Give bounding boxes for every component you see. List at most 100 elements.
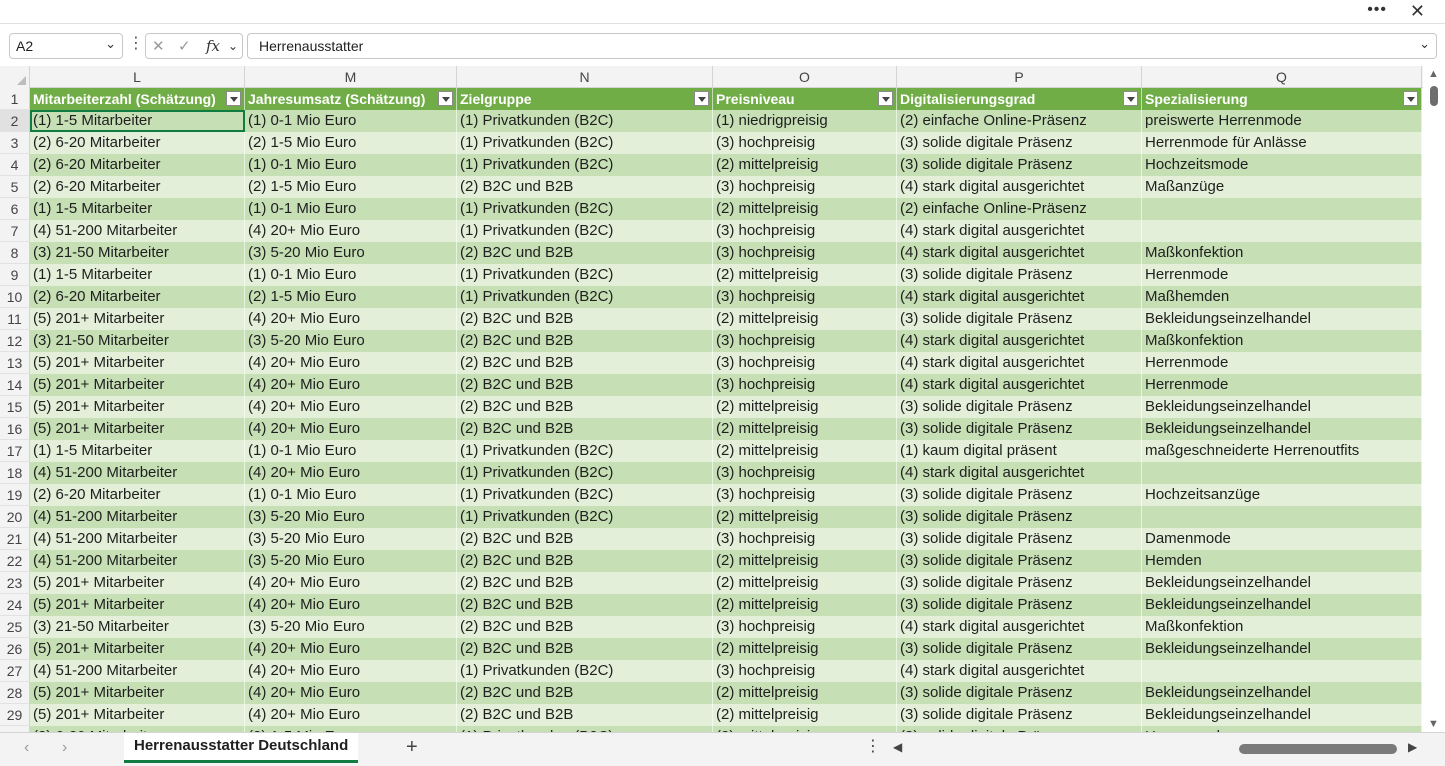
column-header-o[interactable]: O	[713, 66, 897, 88]
close-icon[interactable]: ✕	[1410, 1, 1425, 22]
cell-q[interactable]: Bekleidungseinzelhandel	[1142, 638, 1422, 660]
cell-p[interactable]: (4) stark digital ausgerichtet	[897, 242, 1142, 264]
cell-q[interactable]: Maßkonfektion	[1142, 242, 1422, 264]
cell-o[interactable]: (3) hochpreisig	[713, 242, 897, 264]
cell-n[interactable]: (1) Privatkunden (B2C)	[457, 198, 713, 220]
sheet-tab-herrenausstatter[interactable]: Herrenausstatter Deutschland	[124, 733, 359, 763]
cell-n[interactable]: (1) Privatkunden (B2C)	[457, 660, 713, 682]
row-header[interactable]: 1	[0, 88, 30, 110]
row-header[interactable]: 18	[0, 462, 30, 484]
cell-l[interactable]: (1) 1-5 Mitarbeiter	[30, 264, 245, 286]
cell-l[interactable]: (2) 6-20 Mitarbeiter	[30, 286, 245, 308]
cell-q[interactable]: Damenmode	[1142, 528, 1422, 550]
cell-q[interactable]	[1142, 198, 1422, 220]
cell-q[interactable]: Maßkonfektion	[1142, 616, 1422, 638]
cell-o[interactable]: (2) mittelpreisig	[713, 396, 897, 418]
filter-dropdown-icon[interactable]	[438, 91, 453, 106]
cell-l[interactable]: (4) 51-200 Mitarbeiter	[30, 462, 245, 484]
insert-function-icon[interactable]: fx	[206, 37, 220, 55]
cell-l[interactable]: (5) 201+ Mitarbeiter	[30, 682, 245, 704]
cell-q[interactable]: Bekleidungseinzelhandel	[1142, 396, 1422, 418]
cell-o[interactable]: (2) mittelpreisig	[713, 638, 897, 660]
cell-p[interactable]: (4) stark digital ausgerichtet	[897, 176, 1142, 198]
header-cell-l[interactable]: Mitarbeiterzahl (Schätzung)	[30, 88, 245, 110]
select-all-corner[interactable]	[0, 66, 30, 88]
cell-q[interactable]: Herrenmode	[1142, 374, 1422, 396]
cell-m[interactable]: (1) 0-1 Mio Euro	[245, 484, 457, 506]
cell-q[interactable]: Bekleidungseinzelhandel	[1142, 418, 1422, 440]
cell-p[interactable]: (3) solide digitale Präsenz	[897, 154, 1142, 176]
cell-m[interactable]: (1) 0-1 Mio Euro	[245, 440, 457, 462]
filter-dropdown-icon[interactable]	[226, 91, 241, 106]
cell-p[interactable]: (4) stark digital ausgerichtet	[897, 462, 1142, 484]
cell-m[interactable]: (1) 0-1 Mio Euro	[245, 198, 457, 220]
cell-l[interactable]: (4) 51-200 Mitarbeiter	[30, 550, 245, 572]
cell-p[interactable]: (4) stark digital ausgerichtet	[897, 220, 1142, 242]
cell-m[interactable]: (2) 1-5 Mio Euro	[245, 176, 457, 198]
cell-m[interactable]: (4) 20+ Mio Euro	[245, 704, 457, 726]
row-header[interactable]: 2	[0, 110, 30, 132]
row-header[interactable]: 19	[0, 484, 30, 506]
cell-n[interactable]: (1) Privatkunden (B2C)	[457, 220, 713, 242]
cell-m[interactable]: (3) 5-20 Mio Euro	[245, 616, 457, 638]
cell-o[interactable]: (3) hochpreisig	[713, 286, 897, 308]
cell-q[interactable]: preiswerte Herrenmode	[1142, 110, 1422, 132]
cell-o[interactable]: (3) hochpreisig	[713, 220, 897, 242]
column-header-q[interactable]: Q	[1142, 66, 1422, 88]
cell-o[interactable]: (1) niedrigpreisig	[713, 110, 897, 132]
cell-o[interactable]: (3) hochpreisig	[713, 374, 897, 396]
cell-q[interactable]: Bekleidungseinzelhandel	[1142, 704, 1422, 726]
cell-p[interactable]: (3) solide digitale Präsenz	[897, 594, 1142, 616]
cell-n[interactable]: (1) Privatkunden (B2C)	[457, 440, 713, 462]
cell-n[interactable]: (1) Privatkunden (B2C)	[457, 286, 713, 308]
more-options-icon[interactable]: •••	[1367, 1, 1387, 19]
scroll-down-icon[interactable]: ▼	[1428, 718, 1439, 730]
cell-l[interactable]: (4) 51-200 Mitarbeiter	[30, 528, 245, 550]
row-header[interactable]: 8	[0, 242, 30, 264]
horizontal-scroll-thumb[interactable]	[1239, 744, 1397, 754]
cell-o[interactable]: (3) hochpreisig	[713, 660, 897, 682]
cell-o[interactable]: (2) mittelpreisig	[713, 154, 897, 176]
cell-p[interactable]: (4) stark digital ausgerichtet	[897, 352, 1142, 374]
add-sheet-icon[interactable]: +	[406, 736, 418, 759]
vertical-scrollbar[interactable]: ▲ ▼	[1423, 66, 1445, 732]
cell-n[interactable]: (2) B2C und B2B	[457, 308, 713, 330]
cell-n[interactable]: (1) Privatkunden (B2C)	[457, 484, 713, 506]
cell-n[interactable]: (2) B2C und B2B	[457, 330, 713, 352]
cell-q[interactable]: Herrenmode für Anlässe	[1142, 132, 1422, 154]
cell-q[interactable]: Hochzeitsanzüge	[1142, 484, 1422, 506]
row-header[interactable]: 25	[0, 616, 30, 638]
cell-m[interactable]: (4) 20+ Mio Euro	[245, 682, 457, 704]
cell-n[interactable]: (2) B2C und B2B	[457, 528, 713, 550]
cell-m[interactable]: (4) 20+ Mio Euro	[245, 352, 457, 374]
cell-o[interactable]: (3) hochpreisig	[713, 176, 897, 198]
cell-m[interactable]: (4) 20+ Mio Euro	[245, 462, 457, 484]
header-cell-p[interactable]: Digitalisierungsgrad	[897, 88, 1142, 110]
filter-dropdown-icon[interactable]	[1403, 91, 1418, 106]
cell-m[interactable]: (2) 1-5 Mio Euro	[245, 132, 457, 154]
next-sheet-icon[interactable]: ›	[62, 739, 67, 757]
cell-o[interactable]: (2) mittelpreisig	[713, 264, 897, 286]
expand-formula-bar-icon[interactable]: ⌄	[1419, 36, 1430, 52]
cell-l[interactable]: (5) 201+ Mitarbeiter	[30, 352, 245, 374]
cell-l[interactable]: (5) 201+ Mitarbeiter	[30, 704, 245, 726]
row-header[interactable]: 14	[0, 374, 30, 396]
cell-p[interactable]: (3) solide digitale Präsenz	[897, 638, 1142, 660]
cell-l[interactable]: (5) 201+ Mitarbeiter	[30, 418, 245, 440]
cell-m[interactable]: (4) 20+ Mio Euro	[245, 396, 457, 418]
cell-n[interactable]: (2) B2C und B2B	[457, 396, 713, 418]
cell-n[interactable]: (1) Privatkunden (B2C)	[457, 264, 713, 286]
cell-n[interactable]: (1) Privatkunden (B2C)	[457, 462, 713, 484]
cell-q[interactable]: Bekleidungseinzelhandel	[1142, 308, 1422, 330]
column-header-m[interactable]: M	[245, 66, 457, 88]
cell-o[interactable]: (2) mittelpreisig	[713, 506, 897, 528]
row-header[interactable]: 17	[0, 440, 30, 462]
cancel-icon[interactable]: ✕	[152, 37, 165, 55]
column-header-l[interactable]: L	[30, 66, 245, 88]
cell-o[interactable]: (2) mittelpreisig	[713, 594, 897, 616]
row-header[interactable]: 5	[0, 176, 30, 198]
cell-m[interactable]: (1) 0-1 Mio Euro	[245, 110, 457, 132]
cell-p[interactable]: (3) solide digitale Präsenz	[897, 682, 1142, 704]
cell-q[interactable]: Bekleidungseinzelhandel	[1142, 682, 1422, 704]
cell-o[interactable]: (2) mittelpreisig	[713, 308, 897, 330]
